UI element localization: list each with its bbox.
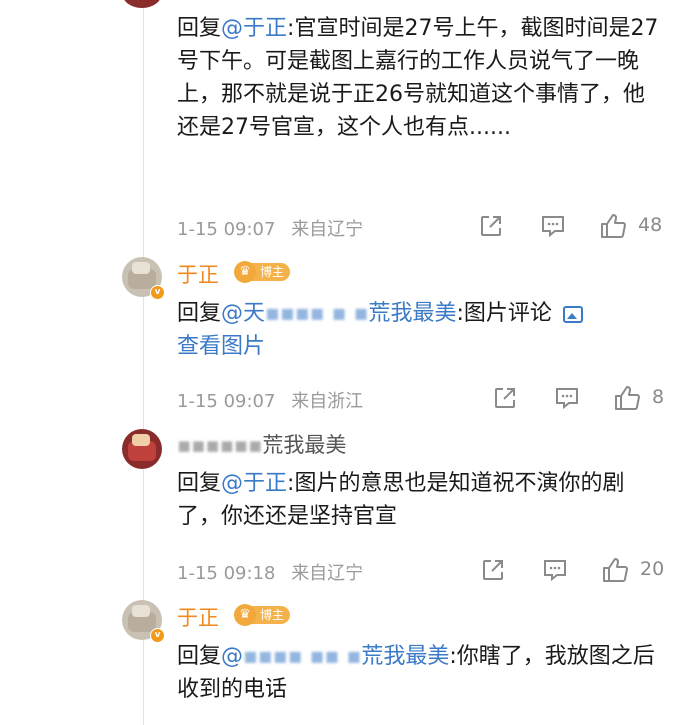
comment-icon[interactable] xyxy=(554,385,580,411)
mention-link[interactable]: @天▪▪▪▪ ▪ ▪荒我最美 xyxy=(221,301,456,326)
avatar[interactable] xyxy=(122,429,162,469)
username[interactable]: ▪▪▪▪▪▪荒我最美 xyxy=(177,429,346,459)
mention-link[interactable]: @▪▪▪▪ ▪▪ ▪荒我最美 xyxy=(221,644,449,669)
image-icon[interactable] xyxy=(562,306,583,323)
mention-link[interactable]: @于正 xyxy=(221,16,287,41)
crown-icon: ♛ xyxy=(234,261,256,283)
reply-prefix: 回复 xyxy=(177,16,222,41)
like-count: 48 xyxy=(638,214,663,236)
mention-link[interactable]: @于正 xyxy=(221,471,287,496)
like-count: 8 xyxy=(652,386,665,408)
comment-text: 回复@天▪▪▪▪ ▪ ▪荒我最美:图片评论 查看图片 xyxy=(177,297,662,363)
badge-label: 博主 xyxy=(250,606,291,624)
reply-prefix: 回复 xyxy=(177,301,222,326)
timestamp: 1-15 09:18 xyxy=(177,563,276,584)
verified-icon: v xyxy=(150,628,165,643)
location: 来自辽宁 xyxy=(291,219,364,240)
view-image-link[interactable]: 查看图片 xyxy=(177,334,265,359)
location: 来自辽宁 xyxy=(291,563,364,584)
action-bar: 48 xyxy=(478,213,678,239)
share-icon[interactable] xyxy=(478,213,504,239)
comment-meta: 1-15 09:18 来自辽宁 xyxy=(177,559,363,585)
avatar[interactable] xyxy=(122,0,162,8)
comment-text: 回复@▪▪▪▪ ▪▪ ▪荒我最美:你瞎了，我放图之后收到的电话 xyxy=(177,640,662,706)
share-icon[interactable] xyxy=(492,385,518,411)
comment-meta: 1-15 09:07 来自浙江 xyxy=(177,387,363,413)
comment-text: 回复@于正:官宣时间是27号上午，截图时间是27号下午。可是截图上嘉行的工作人员… xyxy=(177,12,662,144)
comment-icon[interactable] xyxy=(540,213,566,239)
blogger-badge: ♛ 博主 xyxy=(234,261,291,283)
reply-prefix: 回复 xyxy=(177,644,222,669)
comment-meta: 1-15 09:07 来自辽宁 xyxy=(177,215,363,241)
verified-icon: v xyxy=(150,285,165,300)
comment-icon[interactable] xyxy=(542,557,568,583)
like-icon[interactable] xyxy=(602,557,630,583)
blogger-badge: ♛ 博主 xyxy=(234,604,291,626)
badge-label: 博主 xyxy=(250,263,291,281)
crown-icon: ♛ xyxy=(234,604,256,626)
username[interactable]: 于正 xyxy=(177,259,219,289)
comment-body: :图片评论 xyxy=(456,301,552,326)
like-icon[interactable] xyxy=(600,213,628,239)
like-icon[interactable] xyxy=(614,385,642,411)
action-bar: 20 xyxy=(480,557,680,583)
timestamp: 1-15 09:07 xyxy=(177,219,276,240)
location: 来自浙江 xyxy=(291,391,364,412)
reply-prefix: 回复 xyxy=(177,471,222,496)
like-count: 20 xyxy=(640,558,665,580)
timestamp: 1-15 09:07 xyxy=(177,391,276,412)
share-icon[interactable] xyxy=(480,557,506,583)
action-bar: 8 xyxy=(492,385,690,411)
comment-text: 回复@于正:图片的意思也是知道祝不演你的剧了，你还还是坚持官宣 xyxy=(177,467,662,533)
username[interactable]: 于正 xyxy=(177,602,219,632)
